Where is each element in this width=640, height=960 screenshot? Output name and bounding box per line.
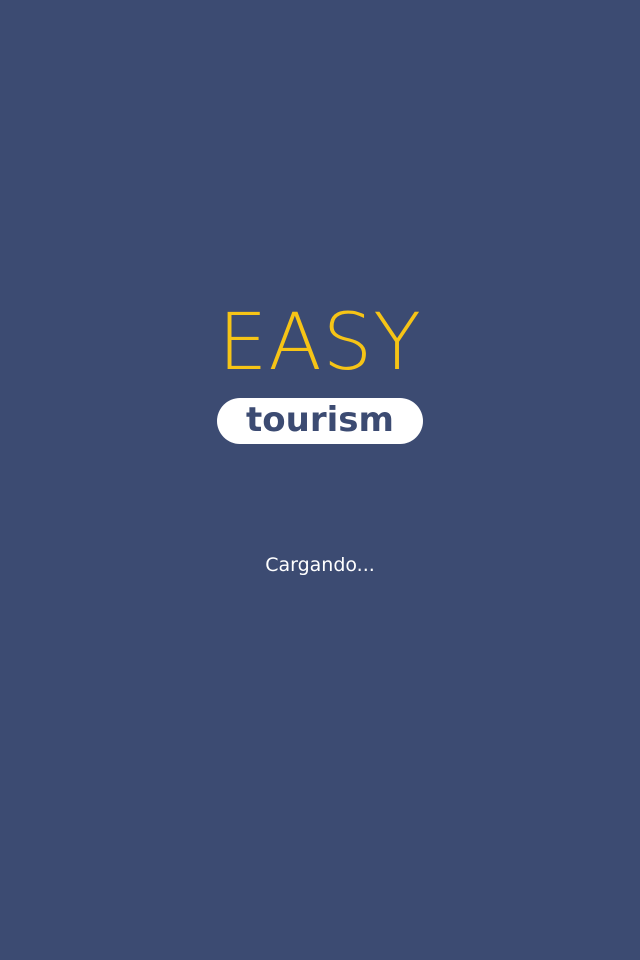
loading-text: Cargando... [265,554,375,576]
logo-pill: tourism [217,398,423,444]
logo-subtitle: tourism [246,400,394,440]
app-logo: EASY tourism [0,300,640,444]
logo-title: EASY [218,298,422,388]
splash-screen: EASY tourism Cargando... [0,0,640,960]
